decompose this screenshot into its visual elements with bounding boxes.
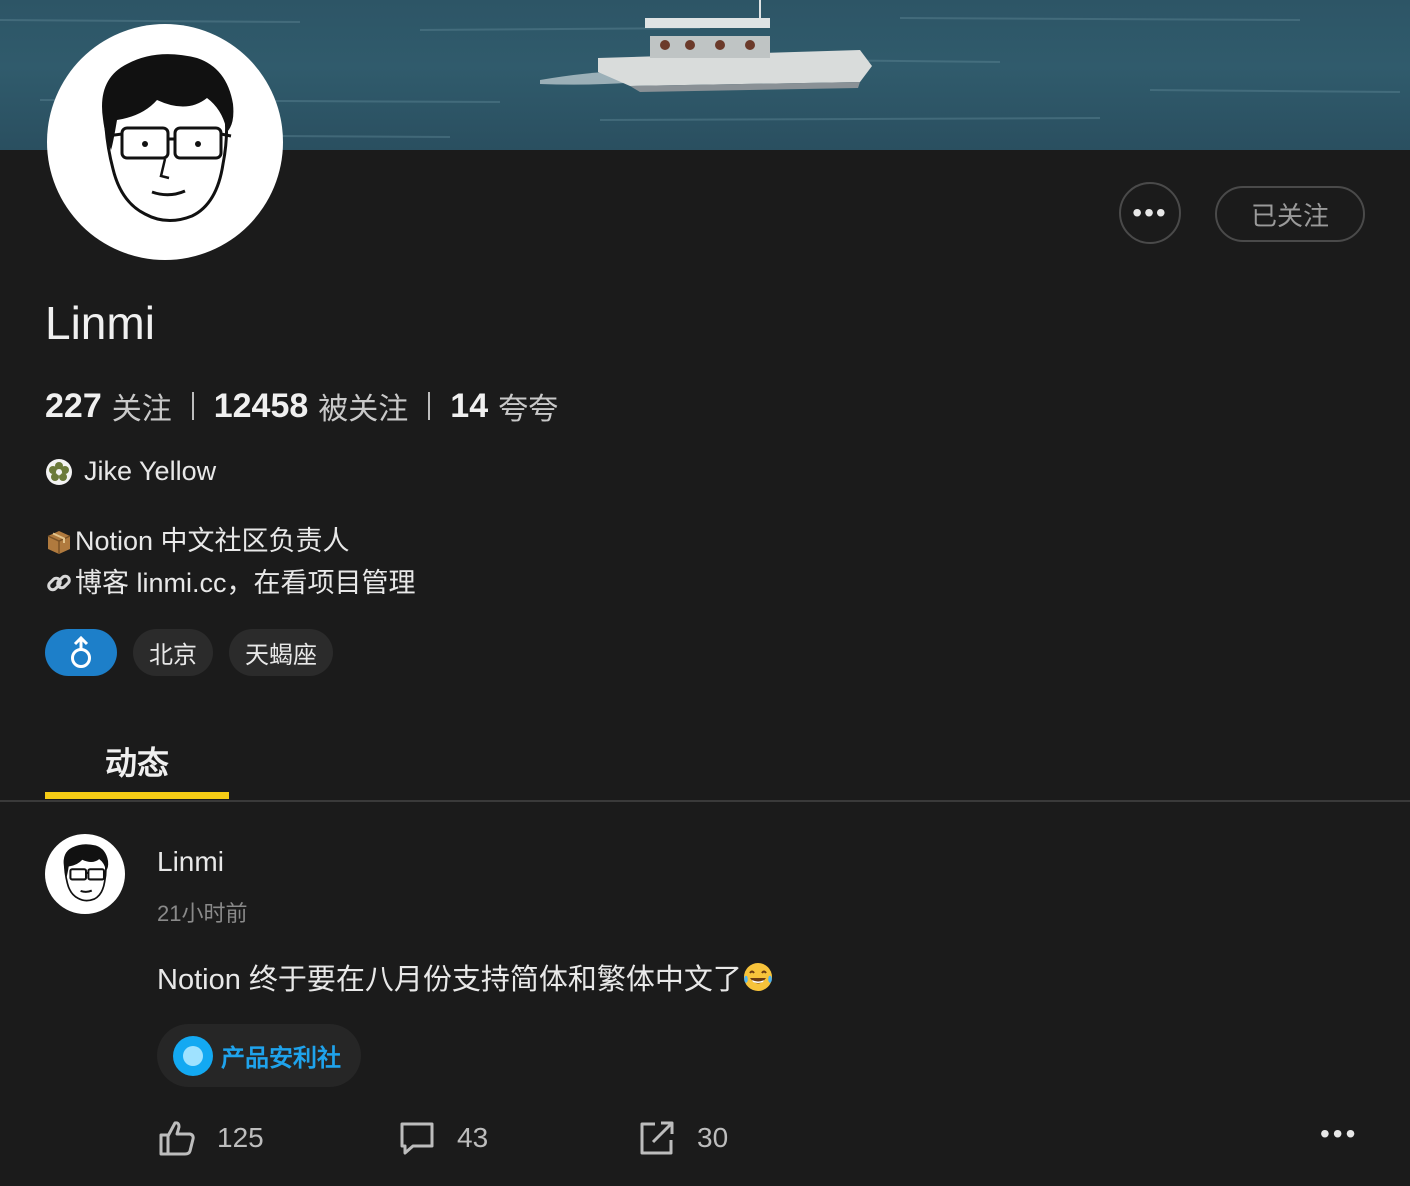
followers-count[interactable]: 12458	[214, 387, 309, 426]
active-tab-indicator	[45, 792, 229, 799]
post-text: Notion 终于要在八月份支持简体和繁体中文了	[157, 964, 742, 996]
profile-bio: Notion 中文社区负责人 博客 linmi.cc，在看项目管理	[45, 520, 416, 604]
topic-circle-icon	[173, 1035, 213, 1076]
flower-badge-icon	[46, 458, 72, 485]
profile-username: Linmi	[45, 297, 155, 349]
comment-button[interactable]: 43	[397, 1118, 488, 1158]
badge-label: Jike Yellow	[84, 456, 217, 486]
share-icon	[640, 1121, 674, 1155]
topic-name: 产品安利社	[221, 1045, 341, 1072]
kudos-label[interactable]: 夸夸	[498, 384, 558, 428]
laughing-tears-emoji-icon	[743, 963, 772, 991]
share-button[interactable]: 30	[637, 1118, 728, 1158]
followers-label[interactable]: 被关注	[318, 384, 408, 428]
profile-more-button[interactable]: •••	[1119, 182, 1181, 244]
tab-divider	[0, 800, 1410, 802]
like-count: 125	[217, 1122, 264, 1153]
stats-divider	[428, 392, 431, 420]
stats-divider	[191, 392, 194, 420]
profile-badge[interactable]: Jike Yellow	[45, 456, 216, 487]
like-button[interactable]: 125	[157, 1118, 264, 1158]
profile-avatar[interactable]	[47, 24, 283, 260]
comment-bubble-icon	[400, 1122, 434, 1155]
post-more-button[interactable]: •••	[1320, 1120, 1358, 1148]
topic-chip[interactable]: 产品安利社	[157, 1024, 361, 1087]
thumbs-up-icon	[159, 1121, 195, 1156]
post-content: Notion 终于要在八月份支持简体和繁体中文了	[157, 956, 774, 998]
post-author-name[interactable]: Linmi	[157, 846, 224, 878]
package-emoji-icon	[47, 531, 71, 554]
share-count: 30	[697, 1122, 729, 1153]
comment-count: 43	[457, 1122, 489, 1153]
gender-tag: ♂	[45, 629, 117, 676]
bio-line-1: Notion 中文社区负责人	[75, 526, 350, 556]
tab-posts[interactable]: 动态	[45, 738, 229, 784]
cartoon-face-icon	[63, 844, 109, 902]
post-author-avatar[interactable]	[45, 834, 125, 914]
kudos-count[interactable]: 14	[450, 387, 488, 426]
profile-stats: 227 关注 12458 被关注 14 夸夸	[45, 384, 558, 428]
profile-tags: ♂ 北京 天蝎座	[45, 629, 349, 676]
city-tag: 北京	[133, 629, 213, 676]
zodiac-tag: 天蝎座	[229, 629, 333, 676]
post-timestamp: 21小时前	[157, 901, 248, 926]
following-count[interactable]: 227	[45, 387, 102, 426]
bio-line-2: 博客 linmi.cc，在看项目管理	[75, 568, 416, 598]
following-button[interactable]: 已关注	[1215, 186, 1365, 242]
cartoon-face-icon	[102, 54, 234, 222]
link-emoji-icon	[47, 574, 71, 592]
male-symbol-icon	[71, 635, 91, 668]
following-label[interactable]: 关注	[112, 384, 172, 428]
